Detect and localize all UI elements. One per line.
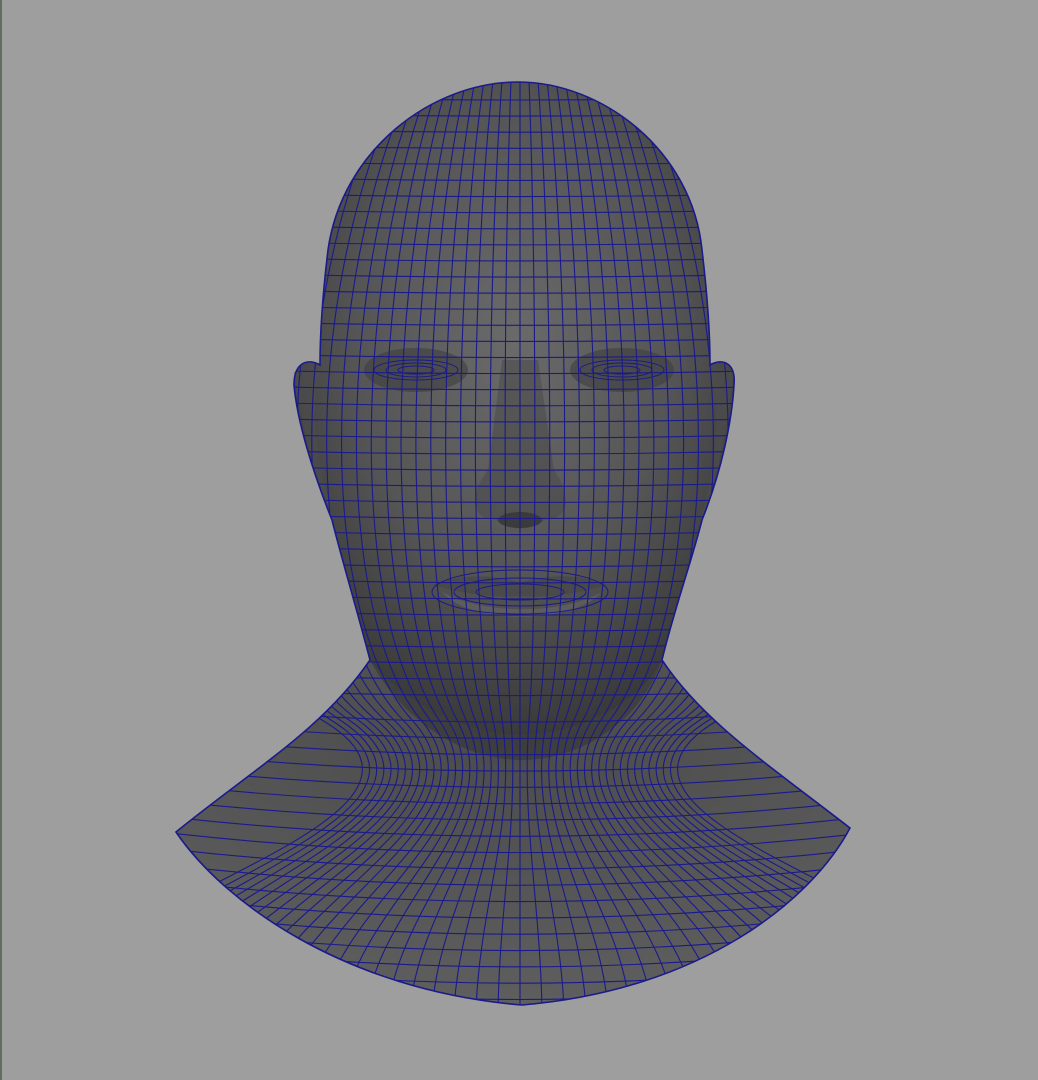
head-mesh[interactable]	[36, 80, 1004, 1032]
wire-loop	[152, 1007, 882, 1032]
viewport-scene[interactable]	[2, 0, 1038, 1080]
3d-viewport[interactable]	[0, 0, 1038, 1080]
wireframe-grid	[152, 82, 882, 1032]
left-eye-socket	[364, 348, 468, 392]
